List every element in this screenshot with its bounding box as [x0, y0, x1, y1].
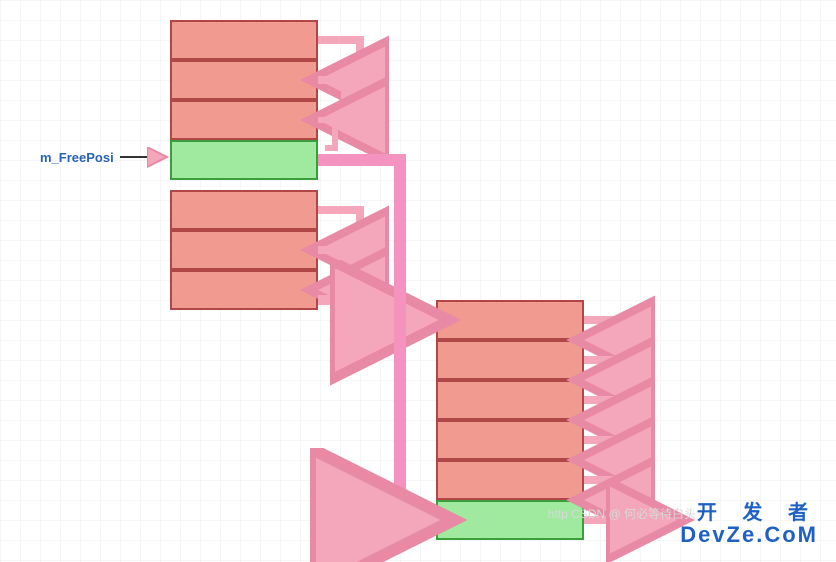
block2-cell-0 [436, 300, 584, 340]
arrows-layer [0, 0, 836, 562]
watermark-csdn: http CSDN @ 何必等待白头 [548, 505, 696, 522]
block1-cell-2 [170, 100, 318, 140]
block2-cell-3 [436, 420, 584, 460]
watermark-brand-main: DevZe.CoM [680, 522, 818, 547]
block2-cell-2 [436, 380, 584, 420]
block1-cell-1 [170, 60, 318, 100]
watermark-brand-top: 开 发 者 [697, 496, 818, 525]
block1-cell-0 [170, 20, 318, 60]
watermark-brand: 开 发 者 DevZe.CoM [680, 522, 818, 548]
block1-cell-free [170, 140, 318, 180]
block1-cell-6 [170, 270, 318, 310]
block1-cell-4 [170, 190, 318, 230]
free-posi-label: m_FreePosi [40, 150, 114, 165]
block2-cell-4 [436, 460, 584, 500]
block2-cell-1 [436, 340, 584, 380]
block1-cell-5 [170, 230, 318, 270]
